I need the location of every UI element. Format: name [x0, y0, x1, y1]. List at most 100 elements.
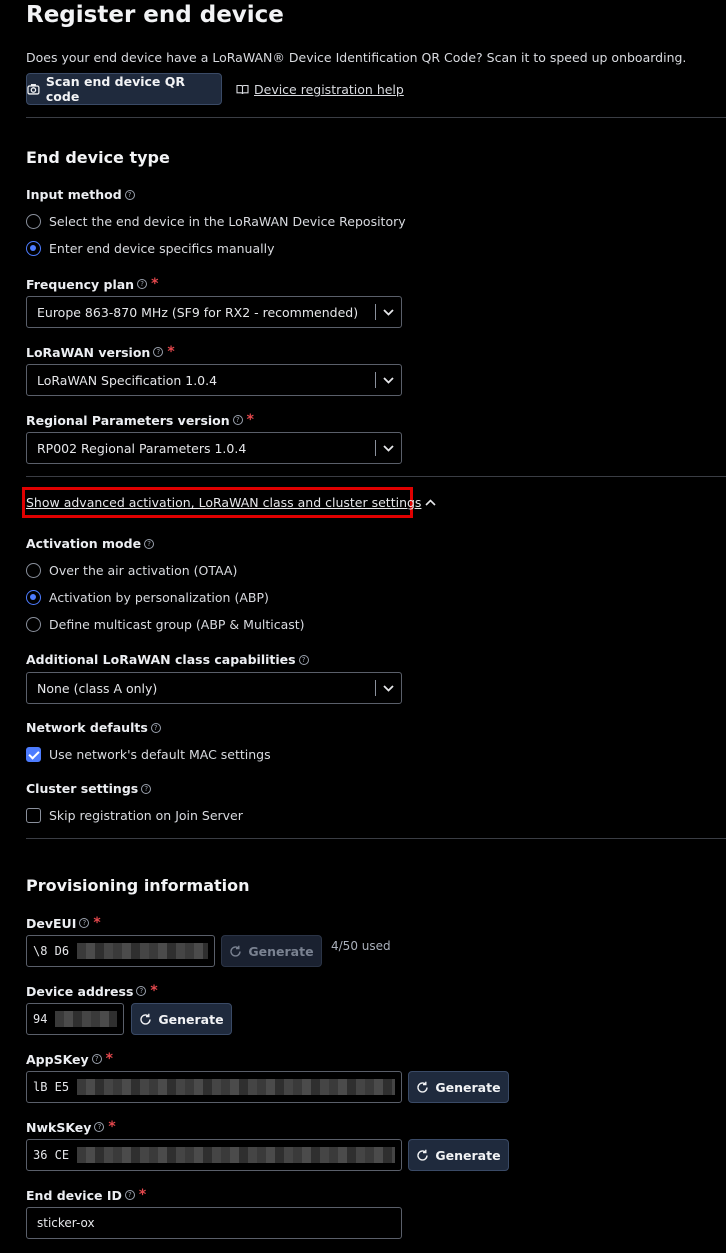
divider — [26, 117, 726, 118]
required-marker: * — [167, 344, 175, 360]
page-title: Register end device — [26, 2, 284, 28]
generate-label: Generate — [158, 1011, 224, 1027]
dev-eui-generate-button[interactable]: Generate — [221, 935, 322, 967]
advanced-settings-toggle[interactable]: Show advanced activation, LoRaWAN class … — [26, 495, 437, 510]
refresh-icon — [230, 945, 242, 957]
book-icon — [236, 84, 249, 95]
required-marker: * — [151, 276, 159, 292]
input-method-repository-option[interactable]: Select the end device in the LoRaWAN Dev… — [26, 214, 406, 229]
nwk-skey-generate-button[interactable]: Generate — [408, 1139, 509, 1171]
refresh-icon — [140, 1013, 152, 1025]
app-skey-label-text: AppSKey — [26, 1051, 89, 1067]
radio-button[interactable] — [26, 563, 41, 578]
scan-qr-label: Scan end device QR code — [45, 74, 185, 104]
radio-button-selected[interactable] — [26, 590, 41, 605]
redacted-value — [55, 1011, 117, 1027]
activation-otaa-option[interactable]: Over the air activation (OTAA) — [26, 563, 237, 578]
input-value: 94 — [33, 1012, 48, 1026]
network-defaults-checkbox-row[interactable]: Use network's default MAC settings — [26, 747, 271, 762]
registration-help-link[interactable]: Device registration help — [236, 82, 404, 97]
chevron-down-icon[interactable] — [376, 376, 401, 384]
class-capabilities-select[interactable]: None (class A only) — [26, 672, 402, 704]
checkbox-checked[interactable] — [26, 747, 41, 762]
end-device-id-input[interactable]: sticker-ox — [26, 1207, 402, 1239]
checkbox-label: Skip registration on Join Server — [49, 808, 243, 823]
help-icon[interactable]: ? — [232, 415, 243, 425]
regional-parameters-select[interactable]: RP002 Regional Parameters 1.0.4 — [26, 432, 402, 464]
dev-eui-label: DevEUI ? * — [26, 915, 101, 931]
redacted-value — [77, 1079, 395, 1095]
divider — [26, 838, 726, 839]
required-marker: * — [246, 412, 254, 428]
radio-label: Select the end device in the LoRaWAN Dev… — [49, 214, 406, 229]
chevron-down-icon[interactable] — [376, 444, 401, 452]
app-skey-generate-button[interactable]: Generate — [408, 1071, 509, 1103]
frequency-plan-label: Frequency plan ? * — [26, 276, 158, 292]
device-address-generate-button[interactable]: Generate — [131, 1003, 232, 1035]
radio-label: Activation by personalization (ABP) — [49, 590, 269, 605]
input-method-manual-option[interactable]: Enter end device specifics manually — [26, 241, 274, 256]
help-icon[interactable]: ? — [137, 279, 148, 289]
radio-button-selected[interactable] — [26, 241, 41, 256]
activation-multicast-option[interactable]: Define multicast group (ABP & Multicast) — [26, 617, 305, 632]
help-icon[interactable]: ? — [79, 918, 90, 928]
class-capabilities-label-text: Additional LoRaWAN class capabilities — [26, 652, 296, 667]
help-icon[interactable]: ? — [91, 1054, 102, 1064]
network-defaults-label-text: Network defaults — [26, 720, 148, 735]
frequency-plan-select[interactable]: Europe 863-870 MHz (SF9 for RX2 - recomm… — [26, 296, 402, 328]
input-value: \8 D6 — [33, 944, 70, 958]
required-marker: * — [138, 1187, 147, 1203]
device-address-input[interactable]: 94 — [26, 1003, 124, 1035]
cluster-settings-label-text: Cluster settings — [26, 781, 139, 796]
radio-label: Define multicast group (ABP & Multicast) — [49, 617, 305, 632]
chevron-down-icon[interactable] — [376, 308, 401, 316]
radio-button[interactable] — [26, 617, 41, 632]
chevron-down-icon[interactable] — [376, 684, 401, 692]
help-icon[interactable]: ? — [124, 1190, 135, 1200]
help-icon[interactable]: ? — [144, 538, 155, 549]
required-marker: * — [93, 915, 101, 931]
help-icon[interactable]: ? — [94, 1122, 105, 1132]
activation-mode-label: Activation mode ? — [26, 536, 155, 551]
intro-text: Does your end device have a LoRaWAN® Dev… — [26, 50, 687, 65]
help-icon[interactable]: ? — [124, 189, 135, 200]
scan-qr-button[interactable]: Scan end device QR code — [26, 73, 222, 105]
end-device-id-label: End device ID ? * — [26, 1187, 146, 1203]
checkbox[interactable] — [26, 808, 41, 823]
nwk-skey-label: NwkSKey ? * — [26, 1119, 116, 1135]
app-skey-input[interactable]: lB E5 — [26, 1071, 402, 1103]
lorawan-version-label-text: LoRaWAN version — [26, 344, 151, 360]
help-icon[interactable]: ? — [141, 783, 152, 794]
radio-button[interactable] — [26, 214, 41, 229]
dev-eui-input[interactable]: \8 D6 — [26, 935, 215, 967]
generate-label: Generate — [435, 1147, 501, 1163]
nwk-skey-label-text: NwkSKey — [26, 1119, 92, 1135]
select-value: Europe 863-870 MHz (SF9 for RX2 - recomm… — [37, 304, 359, 320]
select-value: LoRaWAN Specification 1.0.4 — [37, 372, 218, 388]
chevron-up-icon — [425, 499, 437, 506]
regional-parameters-label-text: Regional Parameters version — [26, 412, 230, 428]
checkbox-label: Use network's default MAC settings — [49, 747, 271, 762]
advanced-settings-label: Show advanced activation, LoRaWAN class … — [26, 495, 422, 510]
skip-join-server-checkbox-row[interactable]: Skip registration on Join Server — [26, 808, 243, 823]
app-skey-label: AppSKey ? * — [26, 1051, 113, 1067]
help-icon[interactable]: ? — [150, 722, 161, 733]
end-device-type-heading: End device type — [26, 148, 170, 167]
input-method-label-text: Input method — [26, 187, 122, 202]
lorawan-version-select[interactable]: LoRaWAN Specification 1.0.4 — [26, 364, 402, 396]
camera-icon — [27, 84, 40, 95]
device-address-label: Device address ? * — [26, 983, 158, 999]
nwk-skey-input[interactable]: 36 CE — [26, 1139, 402, 1171]
generate-label: Generate — [248, 943, 314, 959]
regional-parameters-label: Regional Parameters version ? * — [26, 412, 254, 428]
required-marker: * — [150, 983, 158, 999]
cluster-settings-label: Cluster settings ? — [26, 781, 152, 796]
required-marker: * — [105, 1051, 113, 1067]
device-address-label-text: Device address — [26, 983, 134, 999]
input-value: lB E5 — [33, 1080, 70, 1094]
activation-abp-option[interactable]: Activation by personalization (ABP) — [26, 590, 269, 605]
help-icon[interactable]: ? — [136, 986, 147, 996]
help-icon[interactable]: ? — [153, 347, 164, 357]
help-icon[interactable]: ? — [298, 654, 309, 665]
refresh-icon — [417, 1081, 429, 1093]
